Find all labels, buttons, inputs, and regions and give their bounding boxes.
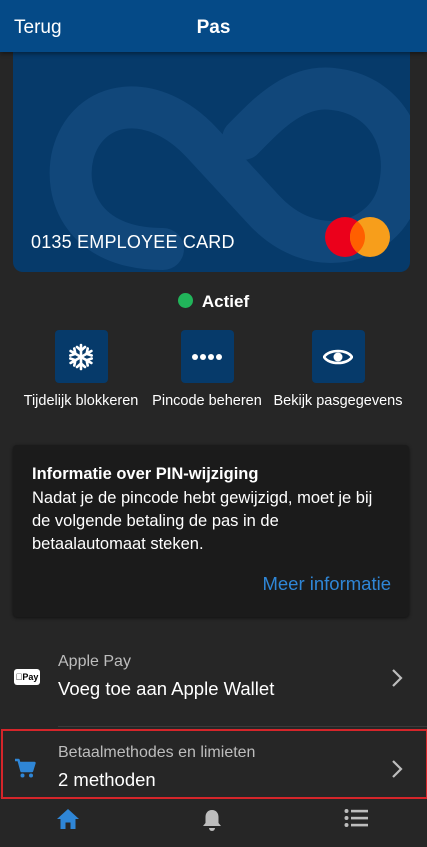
- tab-menu[interactable]: [343, 808, 369, 834]
- payment-methods-subtitle: Betaalmethodes en limieten: [58, 744, 256, 761]
- bell-icon: [203, 810, 221, 831]
- pin-info-card: Informatie over PIN-wijziging Nadat je d…: [13, 445, 409, 617]
- apple-pay-title: Voeg toe aan Apple Wallet: [58, 678, 275, 699]
- block-card-button[interactable]: Tijdelijk blokkeren: [11, 330, 151, 409]
- apple-pay-icon: Pay: [14, 669, 40, 685]
- view-card-details-label: Bekijk pasgegevens: [273, 393, 403, 409]
- chevron-right-icon: [392, 760, 403, 778]
- home-icon: [57, 809, 79, 829]
- top-bar: Terug Pas: [0, 0, 427, 52]
- status-indicator-icon: [177, 293, 193, 308]
- manage-pin-label: Pincode beheren: [152, 393, 262, 409]
- chevron-right-icon: [392, 669, 403, 687]
- view-card-details-button[interactable]: Bekijk pasgegevens: [268, 330, 408, 409]
- info-text: Nadat je de pincode hebt gewijzigd, moet…: [32, 489, 373, 553]
- manage-pin-button[interactable]: Pincode beheren: [137, 330, 277, 409]
- row-divider: [58, 726, 427, 727]
- eye-tile: [311, 330, 365, 383]
- dots-icon: [192, 353, 222, 360]
- list-icon: [344, 809, 368, 827]
- tab-home[interactable]: [55, 808, 81, 834]
- apple-pay-row[interactable]: Pay Apple Pay Voeg toe aan Apple Wallet: [0, 637, 427, 721]
- info-title: Informatie over PIN-wijziging: [32, 465, 259, 483]
- card-status: Actief: [0, 292, 427, 312]
- bottom-tab-bar: [0, 797, 427, 847]
- status-label: Actief: [201, 292, 250, 311]
- snowflake-tile: [54, 330, 108, 383]
- cart-icon: [15, 758, 36, 778]
- apple-pay-subtitle: Apple Pay: [58, 653, 131, 670]
- tab-notifications[interactable]: [199, 808, 225, 834]
- dots-tile: [180, 330, 234, 383]
- snowflake-icon: [69, 343, 93, 370]
- payment-methods-title: 2 methoden: [58, 769, 156, 790]
- page-title: Pas: [196, 17, 231, 38]
- card-name: 0135 EMPLOYEE CARD: [31, 232, 235, 252]
- mastercard-logo-icon: [325, 217, 390, 257]
- more-info-link[interactable]: Meer informatie: [262, 573, 391, 595]
- bank-card: 0135 EMPLOYEE CARD: [13, 44, 410, 272]
- eye-icon: [323, 349, 353, 364]
- block-card-label: Tijdelijk blokkeren: [23, 393, 139, 409]
